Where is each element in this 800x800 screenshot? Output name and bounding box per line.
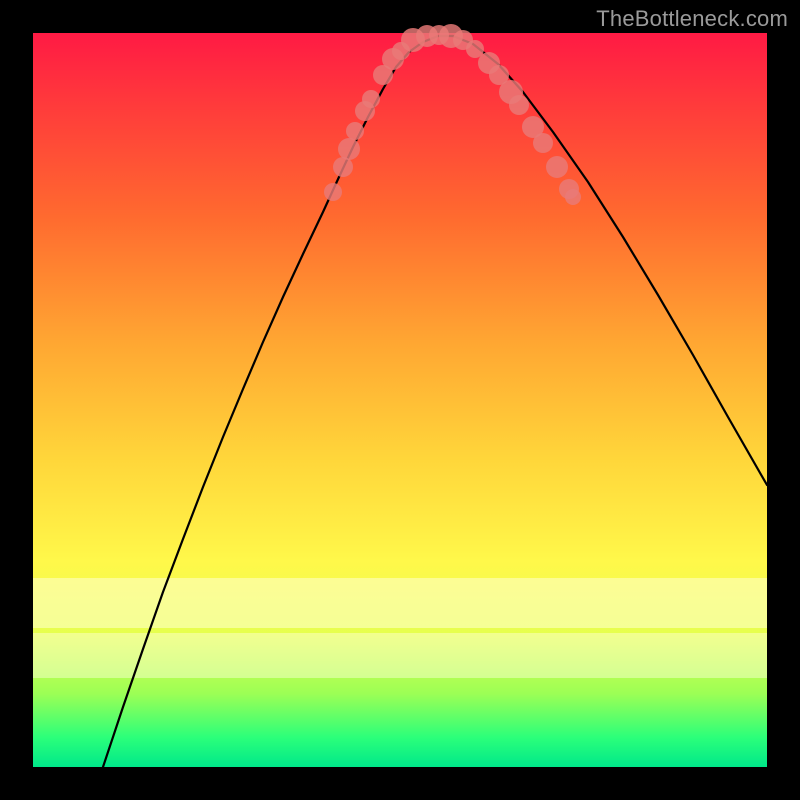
data-dot <box>509 95 529 115</box>
chart-stage: TheBottleneck.com <box>0 0 800 800</box>
plot-area <box>33 33 767 767</box>
bottleneck-curve <box>33 33 767 767</box>
data-dot <box>533 133 553 153</box>
data-dot <box>362 90 380 108</box>
watermark-text: TheBottleneck.com <box>596 6 788 32</box>
data-dot <box>338 138 360 160</box>
data-dot <box>333 157 353 177</box>
data-dot <box>324 183 342 201</box>
data-dot <box>565 189 581 205</box>
data-dot <box>346 122 364 140</box>
data-dot <box>546 156 568 178</box>
